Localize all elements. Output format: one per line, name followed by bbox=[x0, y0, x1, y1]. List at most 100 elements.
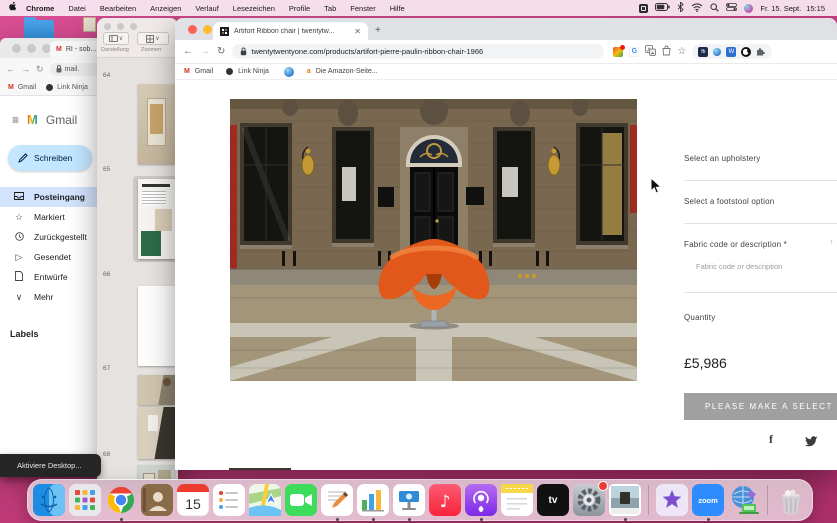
sidebar-view-icon[interactable]: ∨ bbox=[103, 32, 129, 45]
desktop-file-icon[interactable] bbox=[83, 17, 96, 32]
calendar-day: 15 bbox=[185, 496, 201, 512]
bookmark-link-ninja[interactable]: Link Ninja bbox=[238, 68, 269, 75]
make-selection-button[interactable]: PLEASE MAKE A SELECT bbox=[684, 393, 837, 420]
bookmark-gmail[interactable]: Gmail bbox=[195, 68, 213, 75]
desktop-notification[interactable]: Aktiviere Desktop... bbox=[0, 454, 101, 477]
dock-remote-desktop-icon[interactable] bbox=[728, 484, 760, 516]
dock-podcasts-icon[interactable] bbox=[465, 484, 497, 521]
moon-extension-icon[interactable] bbox=[741, 46, 752, 57]
siri-icon[interactable] bbox=[744, 3, 754, 13]
menu-fenster[interactable]: Fenster bbox=[343, 4, 382, 13]
page-thumbnail[interactable] bbox=[138, 465, 175, 480]
dock-launchpad-icon[interactable] bbox=[69, 484, 101, 516]
apple-icon[interactable] bbox=[8, 1, 17, 14]
bluetooth-icon[interactable] bbox=[677, 1, 685, 14]
menu-anzeigen[interactable]: Anzeigen bbox=[143, 4, 188, 13]
compose-button[interactable]: Schreiben bbox=[8, 145, 92, 171]
dock-calendar-icon[interactable]: 15 bbox=[177, 484, 209, 516]
twitter-icon[interactable] bbox=[805, 434, 818, 452]
dock-settings-icon[interactable] bbox=[573, 481, 608, 516]
page-thumbnail[interactable] bbox=[138, 407, 175, 459]
gmail-traffic-lights[interactable] bbox=[12, 44, 51, 53]
fabric-expand-icon[interactable]: ↑ bbox=[830, 239, 834, 246]
dock-trash-icon[interactable] bbox=[775, 484, 807, 516]
menu-bearbeiten[interactable]: Bearbeiten bbox=[93, 4, 143, 13]
dock-music-icon[interactable]: ♪ bbox=[429, 484, 461, 516]
divider bbox=[684, 292, 837, 293]
page-thumbnail[interactable] bbox=[138, 286, 175, 366]
sphere-extension-icon[interactable] bbox=[713, 47, 722, 56]
compose-label: Schreiben bbox=[34, 153, 73, 163]
preview-traffic-lights[interactable] bbox=[104, 23, 137, 30]
page-thumbnail-selected[interactable] bbox=[138, 179, 175, 259]
bookmark-link-ninja[interactable]: Link Ninja bbox=[57, 84, 88, 91]
back-icon[interactable]: ← bbox=[183, 46, 193, 57]
dock-reminders-icon[interactable] bbox=[213, 484, 245, 516]
dock-chrome-icon[interactable] bbox=[105, 484, 137, 521]
shop-tab[interactable]: Artifort Ribbon chair | twentytw... ✕ bbox=[213, 22, 368, 40]
bookmark-amazon[interactable]: Die Amazon-Seite... bbox=[316, 68, 378, 75]
input-source-icon[interactable] bbox=[639, 3, 649, 13]
dock-appletv-icon[interactable]: tv bbox=[537, 484, 569, 516]
dock-finder-icon[interactable] bbox=[33, 484, 65, 516]
extension-colorful-icon[interactable] bbox=[613, 44, 626, 57]
back-icon[interactable]: ← bbox=[6, 64, 15, 74]
menu-tab[interactable]: Tab bbox=[317, 4, 343, 13]
control-center-icon[interactable] bbox=[726, 3, 738, 13]
thumbnail-facade[interactable] bbox=[229, 468, 291, 470]
dock-imovie-icon[interactable] bbox=[656, 484, 688, 516]
forward-icon[interactable]: → bbox=[200, 46, 210, 57]
sphere-bookmark-icon[interactable] bbox=[283, 66, 294, 77]
gmail-bookmark-icon: M bbox=[8, 84, 14, 91]
fabric-code-input[interactable] bbox=[694, 261, 834, 272]
dock-contacts-icon[interactable] bbox=[141, 484, 173, 516]
dock-pages-icon[interactable] bbox=[321, 484, 353, 521]
pencil-icon bbox=[18, 153, 28, 163]
shop-bookmarks-bar: M Gmail Link Ninja a Die Amazon-Seite... bbox=[175, 64, 837, 80]
menu-datei[interactable]: Datei bbox=[61, 4, 93, 13]
google-icon[interactable]: G bbox=[629, 46, 640, 57]
menu-verlauf[interactable]: Verlauf bbox=[188, 4, 225, 13]
menubar-date[interactable]: Fr. 15. Sept. bbox=[760, 4, 801, 13]
forward-icon[interactable]: → bbox=[21, 64, 30, 74]
shopping-icon[interactable] bbox=[662, 43, 671, 61]
lock-icon bbox=[241, 47, 247, 56]
upholstery-heading[interactable]: Select an upholstery bbox=[684, 154, 761, 163]
bookmark-gmail[interactable]: Gmail bbox=[18, 84, 36, 91]
fabric-heading[interactable]: Fabric code or description * bbox=[684, 240, 787, 249]
translate-icon[interactable]: A bbox=[645, 43, 657, 61]
reload-icon[interactable]: ↻ bbox=[217, 46, 225, 57]
spotlight-search-icon[interactable] bbox=[710, 2, 720, 14]
dock-minimized-photo-window[interactable] bbox=[609, 484, 641, 521]
dock-zoom-icon[interactable]: zoom bbox=[692, 484, 724, 521]
menubar-time[interactable]: 15:15 bbox=[806, 4, 825, 13]
address-bar[interactable]: twentytwentyone.com/products/artifort-pi… bbox=[232, 44, 605, 59]
dock-maps-icon[interactable] bbox=[249, 484, 281, 516]
product-image[interactable] bbox=[230, 99, 637, 381]
menu-hilfe[interactable]: Hilfe bbox=[383, 4, 412, 13]
page-thumbnail[interactable] bbox=[138, 375, 175, 405]
dock-facetime-icon[interactable] bbox=[285, 484, 317, 516]
wifi-icon[interactable] bbox=[691, 2, 703, 14]
bookmark-star-icon[interactable]: ☆ bbox=[677, 46, 686, 57]
menu-lesezeichen[interactable]: Lesezeichen bbox=[226, 4, 282, 13]
extensions-puzzle-icon[interactable] bbox=[756, 43, 766, 61]
hamburger-menu-icon[interactable]: ≡ bbox=[12, 113, 19, 127]
menu-profile[interactable]: Profile bbox=[282, 4, 317, 13]
new-tab-icon[interactable]: + bbox=[375, 25, 381, 36]
battery-icon[interactable] bbox=[655, 3, 671, 13]
dock-numbers-icon[interactable] bbox=[357, 484, 389, 521]
dock-notes-icon[interactable] bbox=[501, 484, 533, 516]
zoom-controls-icon[interactable]: ∨ bbox=[137, 32, 169, 45]
shop-tab-title: Artifort Ribbon chair | twentytw... bbox=[234, 27, 335, 35]
menu-chrome[interactable]: Chrome bbox=[19, 4, 61, 13]
reload-icon[interactable]: ↻ bbox=[36, 64, 44, 75]
page-thumbnail[interactable] bbox=[138, 84, 175, 164]
fb-extension-icon[interactable]: fb bbox=[698, 46, 709, 57]
dock-keynote-icon[interactable] bbox=[393, 484, 425, 521]
facebook-icon[interactable]: f bbox=[769, 432, 773, 447]
wave-extension-icon[interactable]: W bbox=[726, 46, 737, 57]
footstool-heading[interactable]: Select a footstool option bbox=[684, 197, 774, 206]
product-page: Select an upholstery Select a footstool … bbox=[175, 80, 837, 470]
close-tab-icon[interactable]: ✕ bbox=[354, 27, 361, 36]
